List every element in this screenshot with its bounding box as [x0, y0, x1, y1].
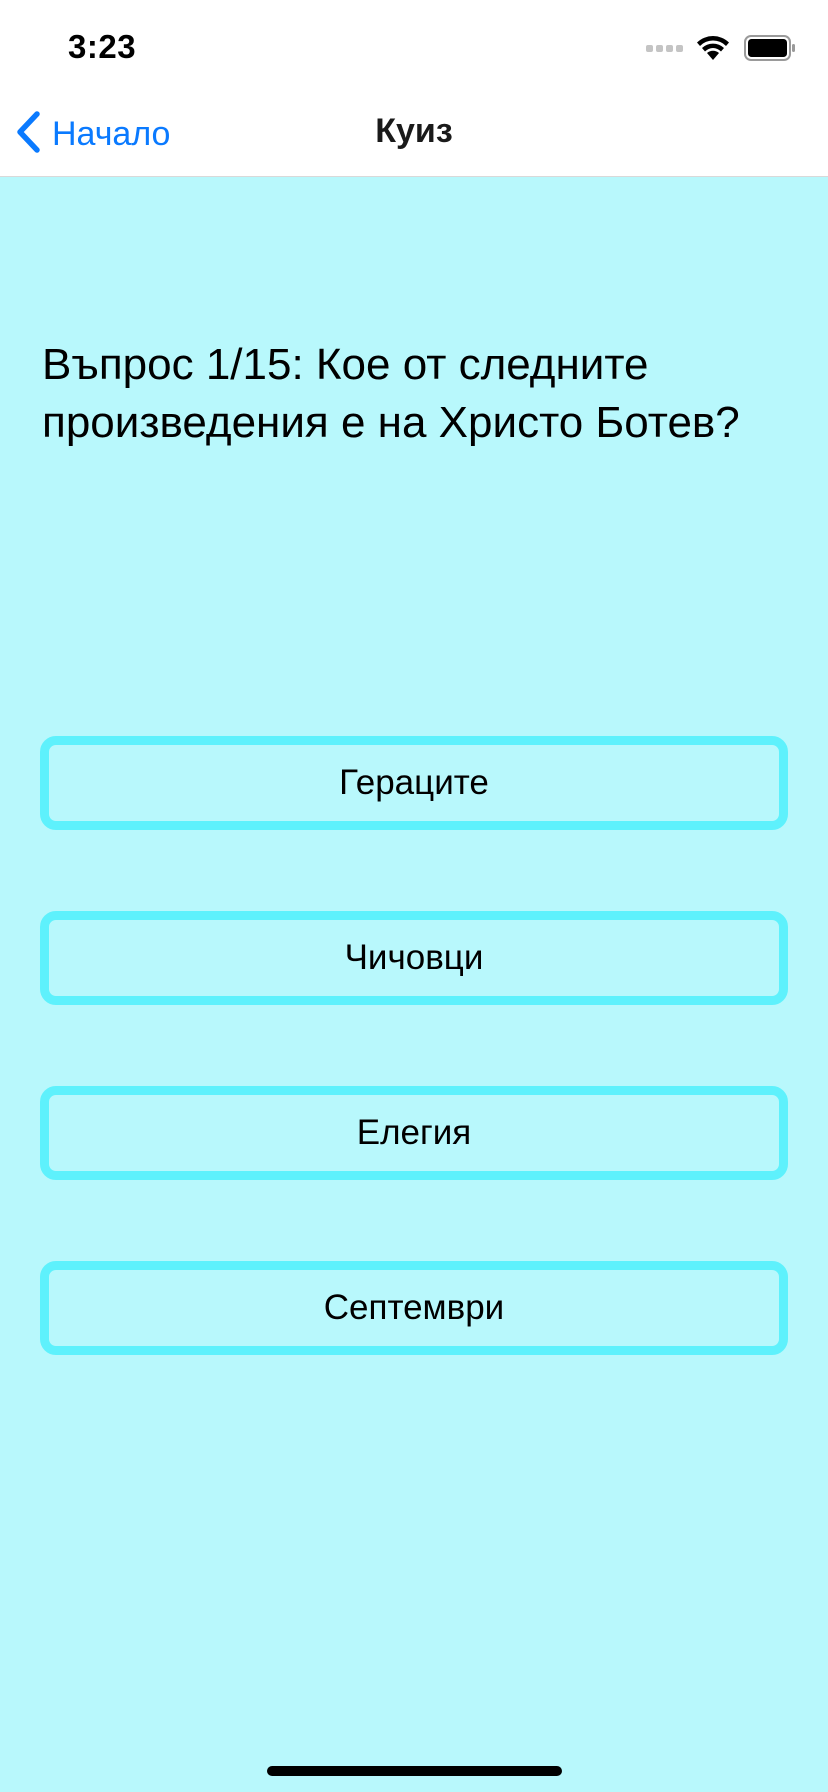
status-bar: 3:23 — [0, 0, 828, 92]
status-indicators — [646, 34, 796, 66]
answer-button-3[interactable]: Елегия — [40, 1086, 788, 1180]
answer-list: Гераците Чичовци Елегия Септември — [40, 736, 788, 1436]
page-title: Куиз — [375, 112, 453, 150]
answer-button-2[interactable]: Чичовци — [40, 911, 788, 1005]
answer-button-4[interactable]: Септември — [40, 1261, 788, 1355]
question-text: Въпрос 1/15: Кое от следните произведени… — [42, 340, 740, 447]
home-indicator[interactable] — [267, 1766, 562, 1776]
status-time: 3:23 — [68, 28, 137, 65]
wifi-icon — [696, 35, 730, 66]
battery-icon — [744, 34, 796, 66]
navigation-bar: Начало Куиз — [0, 92, 828, 177]
answer-button-1[interactable]: Гераците — [40, 736, 788, 830]
cellular-signal-icon — [646, 41, 684, 59]
